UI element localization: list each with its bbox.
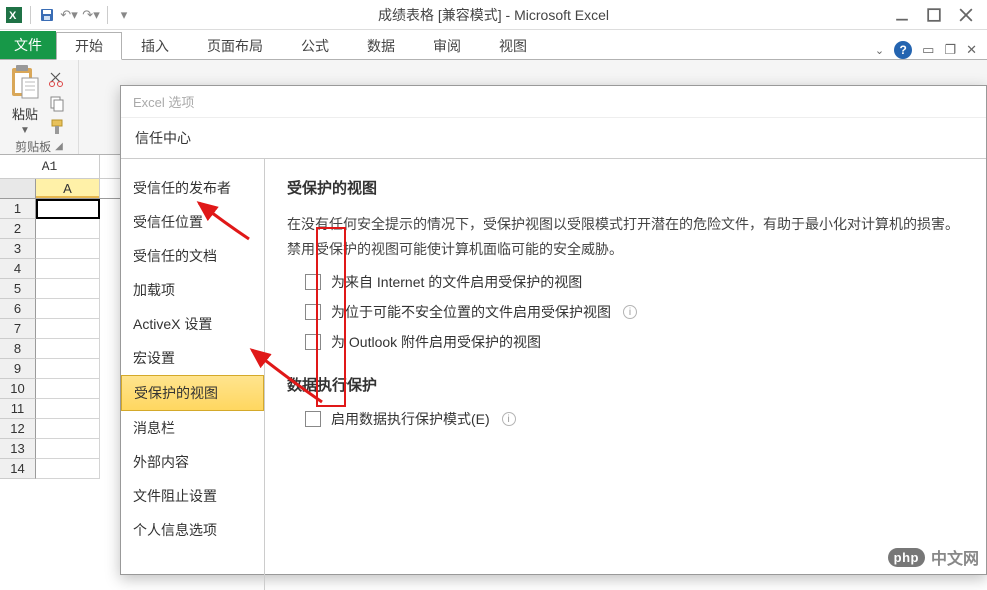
cell[interactable] [36,239,100,259]
checkbox-dep-label: 启用数据执行保护模式(E) [331,409,490,429]
tab-insert[interactable]: 插入 [122,31,188,59]
undo-icon[interactable]: ↶▾ [61,7,77,23]
row-header[interactable]: 9 [0,359,36,379]
checkbox-internet-files-label: 为来自 Internet 的文件启用受保护的视图 [331,272,582,292]
cell[interactable] [36,419,100,439]
php-badge: php [888,548,925,567]
file-tab[interactable]: 文件 [0,31,56,59]
save-icon[interactable] [39,7,55,23]
doc-restore-icon[interactable]: ❐ [944,42,956,58]
chevron-down-icon: ▼ [20,125,30,136]
nav-file-block[interactable]: 文件阻止设置 [121,479,264,513]
cell[interactable] [36,319,100,339]
doc-minimize-icon[interactable]: ▭ [922,42,934,58]
checkbox-unsafe-locations[interactable] [305,304,321,320]
nav-macro[interactable]: 宏设置 [121,341,264,375]
select-all-corner[interactable] [0,179,36,198]
paste-button[interactable]: 粘贴 ▼ [8,64,42,138]
section-dep-title: 数据执行保护 [287,374,964,395]
dialog-launcher-icon[interactable]: ◢ [55,141,63,152]
row-header[interactable]: 4 [0,259,36,279]
row-header[interactable]: 7 [0,319,36,339]
nav-message-bar[interactable]: 消息栏 [121,411,264,445]
redo-icon[interactable]: ↷▾ [83,7,99,23]
window-title: 成绩表格 [兼容模式] - Microsoft Excel [378,5,609,25]
cell[interactable] [36,279,100,299]
separator [30,6,31,24]
doc-close-icon[interactable]: ✕ [966,42,977,58]
tab-formulas[interactable]: 公式 [282,31,348,59]
row-header[interactable]: 5 [0,279,36,299]
copy-icon[interactable] [48,94,66,112]
tab-data[interactable]: 数据 [348,31,414,59]
cell[interactable] [36,459,100,479]
clipboard-group: 粘贴 ▼ 剪贴板 ◢ [0,60,79,154]
cut-icon[interactable] [48,70,66,88]
row-header[interactable]: 3 [0,239,36,259]
ribbon-tabs: 文件 开始 插入 页面布局 公式 数据 审阅 视图 ⌄ ? ▭ ❐ ✕ [0,30,987,60]
section-protected-view-title: 受保护的视图 [287,177,964,198]
column-header-a[interactable]: A [36,179,100,198]
nav-trusted-documents[interactable]: 受信任的文档 [121,239,264,273]
watermark-text: 中文网 [931,545,979,569]
cell[interactable] [36,259,100,279]
checkbox-outlook-attachments[interactable] [305,334,321,350]
nav-trusted-locations[interactable]: 受信任位置 [121,205,264,239]
svg-text:X: X [9,10,17,22]
format-painter-icon[interactable] [48,118,66,136]
row-header[interactable]: 13 [0,439,36,459]
maximize-icon[interactable] [927,8,941,22]
row-header[interactable]: 2 [0,219,36,239]
tab-home[interactable]: 开始 [56,32,122,60]
dialog-main: 受保护的视图 在没有任何安全提示的情况下，受保护视图以受限模式打开潜在的危险文件… [265,159,986,590]
cell[interactable] [36,399,100,419]
close-icon[interactable] [959,8,973,22]
nav-protected-view[interactable]: 受保护的视图 [121,375,264,411]
checkbox-internet-files[interactable] [305,274,321,290]
cell-a1[interactable] [36,199,100,219]
row-header[interactable]: 6 [0,299,36,319]
qa-customize-icon[interactable]: ▾ [116,7,132,23]
watermark: php 中文网 [888,545,979,569]
name-box[interactable]: A1 [0,155,100,178]
dialog-title: 信任中心 [121,118,986,158]
trust-center-dialog: Excel 选项 信任中心 受信任的发布者 受信任位置 受信任的文档 加载项 A… [120,85,987,575]
checkbox-dep[interactable] [305,411,321,427]
tab-page-layout[interactable]: 页面布局 [188,31,282,59]
tab-review[interactable]: 审阅 [414,31,480,59]
checkbox-outlook-attachments-label: 为 Outlook 附件启用受保护的视图 [331,332,541,352]
cell[interactable] [36,359,100,379]
tab-view[interactable]: 视图 [480,31,546,59]
nav-trusted-publishers[interactable]: 受信任的发布者 [121,171,264,205]
clipboard-group-label: 剪贴板 [15,138,51,155]
nav-privacy[interactable]: 个人信息选项 [121,513,264,547]
info-icon[interactable]: i [502,412,516,426]
cell[interactable] [36,439,100,459]
row-header[interactable]: 12 [0,419,36,439]
section-protected-view-desc: 在没有任何安全提示的情况下，受保护视图以受限模式打开潜在的危险文件，有助于最小化… [287,212,964,262]
info-icon[interactable]: i [623,305,637,319]
nav-activex[interactable]: ActiveX 设置 [121,307,264,341]
cell[interactable] [36,219,100,239]
ribbon-minimize-icon[interactable]: ⌄ [875,44,884,57]
row-header[interactable]: 14 [0,459,36,479]
checkbox-unsafe-locations-label: 为位于可能不安全位置的文件启用受保护视图 [331,302,611,322]
row-header[interactable]: 8 [0,339,36,359]
minimize-icon[interactable] [895,8,909,22]
cell[interactable] [36,299,100,319]
row-header[interactable]: 11 [0,399,36,419]
cell[interactable] [36,379,100,399]
nav-external-content[interactable]: 外部内容 [121,445,264,479]
excel-app-icon: X [6,7,22,23]
help-icon[interactable]: ? [894,41,912,59]
dialog-pretitle: Excel 选项 [121,86,986,118]
dialog-nav: 受信任的发布者 受信任位置 受信任的文档 加载项 ActiveX 设置 宏设置 … [121,159,265,590]
cell[interactable] [36,339,100,359]
titlebar: X ↶▾ ↷▾ ▾ 成绩表格 [兼容模式] - Microsoft Excel [0,0,987,30]
separator [107,6,108,24]
row-header[interactable]: 10 [0,379,36,399]
row-header[interactable]: 1 [0,199,36,219]
nav-addins[interactable]: 加载项 [121,273,264,307]
paste-label: 粘贴 [12,104,38,123]
